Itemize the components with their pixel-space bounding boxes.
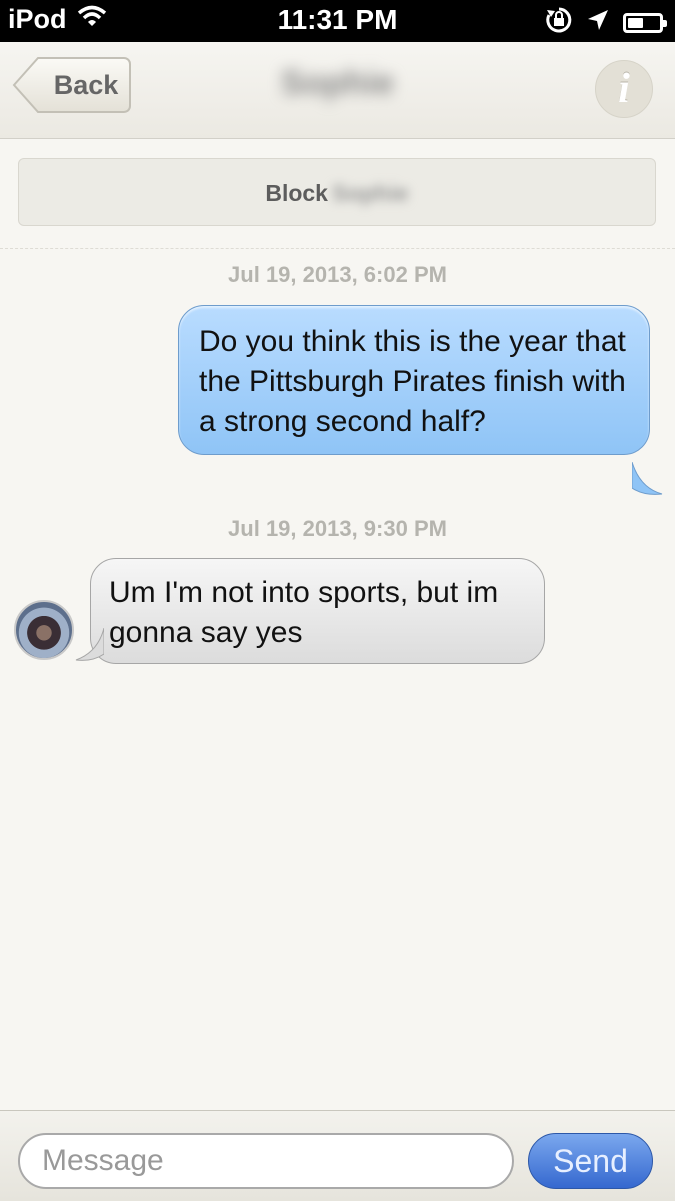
navigation-bar: Back Sophie i — [0, 42, 675, 139]
block-label: Block — [265, 180, 328, 206]
location-arrow-icon — [587, 9, 609, 36]
message-text: Do you think this is the year that the P… — [199, 325, 626, 438]
avatar[interactable] — [14, 600, 74, 660]
block-contact-name: Sophie — [331, 180, 409, 206]
battery-icon — [623, 12, 667, 33]
block-contact-button[interactable]: Block Sophie — [18, 158, 656, 226]
message-input-bar: Message Send — [0, 1110, 675, 1201]
back-button-label: Back — [53, 70, 119, 100]
received-message-bubble[interactable]: Um I'm not into sports, but im gonna say… — [90, 558, 545, 664]
message-timestamp: Jul 19, 2013, 6:02 PM — [228, 262, 447, 287]
conversation-title: Sophie — [280, 64, 395, 102]
divider — [0, 248, 675, 249]
message-input[interactable]: Message — [18, 1133, 514, 1189]
sent-bubble-tail — [632, 462, 663, 495]
rotation-lock-icon — [545, 6, 573, 39]
sent-message-bubble[interactable]: Do you think this is the year that the P… — [178, 305, 650, 455]
message-timestamp: Jul 19, 2013, 9:30 PM — [228, 516, 447, 541]
battery-level — [628, 17, 643, 28]
status-right — [545, 6, 667, 39]
received-bubble-tail — [75, 628, 104, 661]
info-button[interactable]: i — [595, 60, 653, 118]
back-button[interactable]: Back — [12, 56, 132, 114]
send-button[interactable]: Send — [528, 1133, 653, 1189]
status-bar: iPod 11:31 PM — [0, 0, 675, 42]
message-text: Um I'm not into sports, but im gonna say… — [109, 576, 499, 649]
